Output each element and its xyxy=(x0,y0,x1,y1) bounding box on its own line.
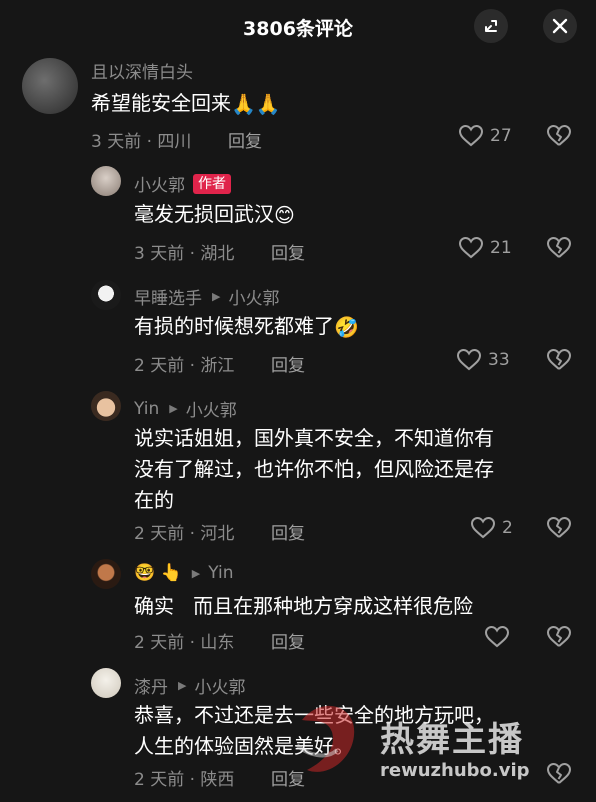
username-text: 早睡选手 xyxy=(134,289,202,309)
smile-emoji: 😊 xyxy=(274,203,295,227)
comment-text: 有损的时候想死都难了🤣 xyxy=(134,311,359,343)
comment-text: 确实 而且在那种地方穿成这样很危险 xyxy=(134,591,473,622)
comment-meta: 2 天前 · 陕西 xyxy=(134,770,235,790)
avatar[interactable] xyxy=(91,668,121,698)
comment-text-line: 恭喜，不过还是去一些安全的地方玩吧， xyxy=(134,703,494,727)
reply-button[interactable]: 回复 xyxy=(271,765,305,790)
like-count: 21 xyxy=(490,238,512,258)
minimize-button[interactable] xyxy=(474,9,508,43)
reply-arrow-icon: ▶ xyxy=(191,566,201,580)
avatar[interactable] xyxy=(91,559,121,589)
broken-heart-icon xyxy=(547,763,571,784)
reply-arrow-icon: ▶ xyxy=(169,402,178,415)
avatar[interactable] xyxy=(91,166,121,196)
reply-button[interactable]: 回复 xyxy=(271,239,305,264)
reply-arrow-icon: ▶ xyxy=(178,679,187,692)
comment-meta: 2 天前 · 河北 xyxy=(134,524,235,544)
comment-text-line: 没有了解过，也许你不怕，但风险还是存 xyxy=(134,457,494,481)
broken-heart-icon xyxy=(547,349,571,370)
rofl-emoji: 🤣 xyxy=(334,315,359,339)
like-count: 33 xyxy=(488,350,510,370)
comment-meta: 3 天前 · 四川 xyxy=(91,132,192,152)
heart-icon xyxy=(458,124,484,147)
reply-button[interactable]: 回复 xyxy=(228,127,262,152)
reply-to-username: 小火郭 xyxy=(228,289,280,309)
comment-text: 毫发无损回武汉😊 xyxy=(134,199,295,231)
watermark-url: rewuzhubo.vip xyxy=(380,760,530,781)
avatar[interactable] xyxy=(91,280,121,310)
username-text: 漆丹 xyxy=(134,678,168,698)
comment-username[interactable]: 🤓 👆 ▶ Yin xyxy=(134,563,234,583)
comment-text-line: 说实话姐姐，国外真不安全，不知道你有 xyxy=(134,426,494,450)
like-count: 27 xyxy=(490,126,512,146)
reply-to-username: 小火郭 xyxy=(194,678,246,698)
pray-emoji: 🙏🙏 xyxy=(231,92,281,116)
comment-username[interactable]: 漆丹 ▶ 小火郭 xyxy=(134,673,245,698)
like-button[interactable]: 21 xyxy=(458,236,512,260)
like-count: 2 xyxy=(502,518,513,538)
heart-icon xyxy=(458,236,484,259)
comment-username[interactable]: 早睡选手 ▶ 小火郭 xyxy=(134,284,279,309)
comments-header: 3806条评论 xyxy=(0,0,596,55)
reply-button[interactable]: 回复 xyxy=(271,519,305,544)
dislike-button[interactable] xyxy=(546,348,572,376)
like-button[interactable]: 27 xyxy=(458,124,512,148)
comment-text-body: 确实 而且在那种地方穿成这样很危险 xyxy=(134,594,474,618)
reply-button[interactable]: 回复 xyxy=(271,628,305,653)
reply-to-username: 小火郭 xyxy=(185,401,237,421)
avatar[interactable] xyxy=(91,391,121,421)
comment-username[interactable]: 小火郭 作者 xyxy=(134,171,231,196)
reply-button[interactable]: 回复 xyxy=(271,351,305,376)
comment-username[interactable]: Yin ▶ 小火郭 xyxy=(134,396,237,422)
username-text: 且以深情白头 xyxy=(91,63,193,83)
comment-text-line: 人生的体验固然是美好。 xyxy=(134,734,354,758)
username-text: Yin xyxy=(134,398,160,419)
comment-text-line: 在的 xyxy=(134,488,174,512)
broken-heart-icon xyxy=(547,517,571,538)
reply-arrow-icon: ▶ xyxy=(212,290,221,303)
dislike-button[interactable] xyxy=(546,516,572,544)
comment-text: 恭喜，不过还是去一些安全的地方玩吧， 人生的体验固然是美好。 xyxy=(134,700,494,762)
like-button[interactable]: 2 xyxy=(470,516,513,540)
broken-heart-icon xyxy=(547,125,571,146)
author-badge: 作者 xyxy=(193,173,231,194)
close-icon xyxy=(552,18,568,34)
comment-text-body: 希望能安全回来 xyxy=(91,91,231,115)
comment-text-body: 毫发无损回武汉 xyxy=(134,202,274,226)
dislike-button[interactable] xyxy=(546,625,572,653)
comment-text: 说实话姐姐，国外真不安全，不知道你有 没有了解过，也许你不怕，但风险还是存 在的 xyxy=(134,423,494,516)
like-button[interactable]: 33 xyxy=(456,348,510,372)
comment-text: 希望能安全回来🙏🙏 xyxy=(91,88,281,120)
reply-to-username: Yin xyxy=(208,563,234,583)
like-button[interactable] xyxy=(484,625,516,649)
username-text: 小火郭 xyxy=(134,176,185,196)
comment-meta: 2 天前 · 山东 xyxy=(134,633,235,653)
minimize-icon xyxy=(485,20,497,32)
heart-icon xyxy=(484,625,510,648)
comment-text-body: 有损的时候想死都难了 xyxy=(134,314,334,338)
dislike-button[interactable] xyxy=(546,124,572,152)
broken-heart-icon xyxy=(547,626,571,647)
comment-username[interactable]: 且以深情白头 xyxy=(91,58,193,83)
dislike-button[interactable] xyxy=(546,762,572,790)
close-button[interactable] xyxy=(543,9,577,43)
heart-icon xyxy=(470,516,496,539)
heart-icon xyxy=(456,348,482,371)
comment-meta: 3 天前 · 湖北 xyxy=(134,244,235,264)
username-text: 🤓 👆 xyxy=(134,563,182,583)
comment-meta: 2 天前 · 浙江 xyxy=(134,356,235,376)
avatar[interactable] xyxy=(22,58,78,114)
broken-heart-icon xyxy=(547,237,571,258)
dislike-button[interactable] xyxy=(546,236,572,264)
